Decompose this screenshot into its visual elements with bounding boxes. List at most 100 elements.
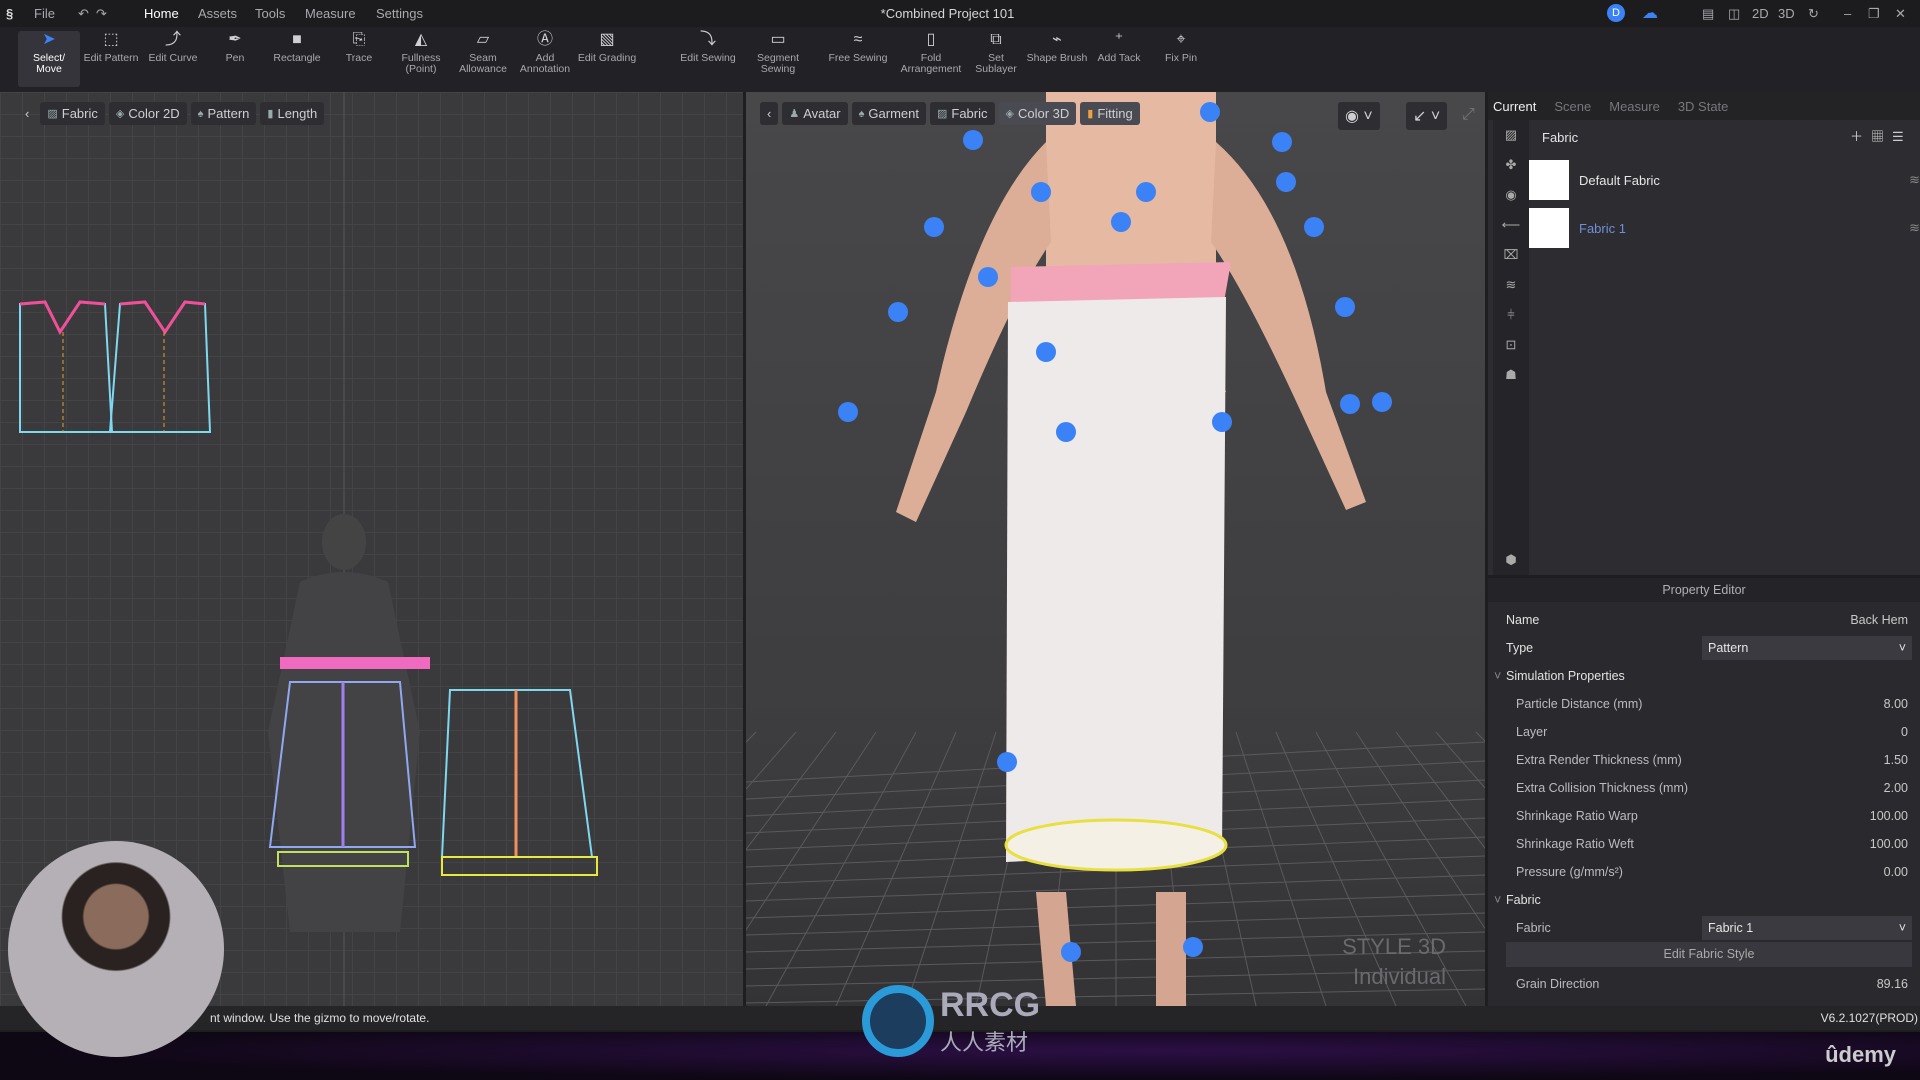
elastic-icon[interactable]: ⊡ — [1493, 330, 1529, 360]
edit-pattern-icon: ⬚ — [103, 31, 119, 48]
collapse-chevron-icon[interactable]: ˅ — [1494, 669, 1501, 683]
tool-free-sewing[interactable]: ≈ Free Sewing — [827, 31, 889, 64]
grid-view-icon[interactable]: ▦ — [1871, 129, 1892, 144]
tool-rectangle[interactable]: ■ Rectangle — [266, 31, 328, 64]
pin-point — [997, 752, 1017, 772]
sim-prop-row[interactable]: Layer 0 — [1496, 718, 1912, 746]
trim-icon[interactable]: ✤ — [1493, 150, 1529, 180]
sim-prop-row[interactable]: Shrinkage Ratio Weft 100.00 — [1496, 830, 1912, 858]
avatar-silhouette-head — [322, 514, 366, 570]
chip-fabric-3d[interactable]: ▨ Fabric — [929, 102, 995, 125]
fabric-row-select[interactable]: Fabric 1 ˅ — [1702, 916, 1912, 940]
list-view-icon[interactable]: ☰ — [1892, 129, 1912, 144]
tool-edit-curve[interactable]: ⤴ Edit Curve — [142, 31, 204, 64]
close-icon[interactable]: ✕ — [1895, 6, 1906, 22]
minimize-icon[interactable]: – — [1844, 6, 1851, 21]
fabric-row: Fabric Fabric 1 ˅ — [1496, 914, 1912, 942]
layers-icon[interactable]: ≋ — [1909, 172, 1920, 188]
brush-icon: ⌁ — [1052, 31, 1062, 48]
garment-icon: ♠ — [858, 107, 865, 120]
tab-3d-state[interactable]: 3D State — [1678, 99, 1729, 120]
tool-fix-pin[interactable]: ⌖ Fix Pin — [1150, 31, 1212, 64]
segment-sewing-icon: ▭ — [770, 31, 786, 48]
fabric-library-icon[interactable]: ▨ — [1493, 120, 1529, 150]
user-avatar[interactable]: D — [1607, 4, 1625, 22]
zipper-icon[interactable]: ⌧ — [1493, 240, 1529, 270]
edit-fabric-style-button[interactable]: Edit Fabric Style — [1506, 942, 1912, 967]
topstitch-icon[interactable]: ⟵ — [1493, 210, 1529, 240]
tool-edit-sewing[interactable]: ⤵ Edit Sewing — [677, 31, 739, 64]
add-fabric-icon[interactable]: ＋ — [1850, 129, 1871, 144]
camera-mode-button[interactable]: ◉ ˅ — [1338, 102, 1380, 130]
chip-avatar[interactable]: ♟ Avatar — [782, 102, 848, 125]
tool-select-move[interactable]: ➤ Select/ Move — [18, 31, 80, 87]
tool-trace[interactable]: ⎘ Trace — [328, 31, 390, 64]
toolbar: ➤ Select/ Move ⬚ Edit Pattern ⤴ Edit Curve ✒ Pe… — [0, 27, 1920, 92]
pin-point — [1212, 412, 1232, 432]
restore-icon[interactable]: ❐ — [1868, 6, 1880, 22]
collapse-chevron-icon[interactable]: ˅ — [1494, 893, 1501, 907]
pin-point — [1036, 342, 1056, 362]
avatar-legs — [1036, 892, 1186, 1006]
cloud-upload-icon[interactable]: ☁ — [1642, 3, 1658, 23]
grain-direction-row[interactable]: Grain Direction 89.16 — [1496, 970, 1912, 998]
tool-edit-grading[interactable]: ▧ Edit Grading — [576, 31, 638, 64]
tab-current[interactable]: Current — [1493, 99, 1536, 120]
layers-icon[interactable]: ≋ — [1909, 220, 1920, 236]
seam-icon[interactable]: ⫩ — [1493, 300, 1529, 330]
stitch-icon[interactable]: ≋ — [1493, 270, 1529, 300]
tool-segment-sewing[interactable]: ▭ Segment Sewing — [747, 31, 809, 75]
tab-scene[interactable]: Scene — [1554, 99, 1591, 120]
tool-seam-allowance[interactable]: ▱ Seam Allowance — [452, 31, 514, 75]
chip-color-3d[interactable]: ◈ Color 3D — [998, 102, 1077, 125]
color-icon: ◈ — [1005, 108, 1014, 120]
fabric-swatch — [1529, 208, 1569, 248]
object-cube-icon[interactable]: ⬢ — [1493, 545, 1529, 575]
sim-prop-row[interactable]: Extra Render Thickness (mm) 1.50 — [1496, 746, 1912, 774]
fabric-swatch — [1529, 160, 1569, 200]
split-view-icon[interactable]: ◫ — [1728, 6, 1740, 22]
tool-shape-brush[interactable]: ⌁ Shape Brush — [1026, 31, 1088, 64]
layout-icon[interactable]: ▤ — [1702, 6, 1714, 22]
pin-point — [888, 302, 908, 322]
skirt-3d[interactable] — [1006, 297, 1226, 862]
button-icon[interactable]: ◉ — [1493, 180, 1529, 210]
sim-prop-row[interactable]: Extra Collision Thickness (mm) 2.00 — [1496, 774, 1912, 802]
fabric-item-selected[interactable]: Fabric 1 ≋ — [1529, 208, 1920, 248]
back-hem-3d[interactable] — [1004, 818, 1228, 872]
tool-add-annotation[interactable]: Ⓐ Add Annotation — [514, 31, 576, 75]
pin-point — [1031, 182, 1051, 202]
avatar-icon[interactable]: ☗ — [1493, 360, 1529, 390]
sim-prop-row[interactable]: Pressure (g/mm/s²) 0.00 — [1496, 858, 1912, 886]
tab-measure[interactable]: Measure — [1609, 99, 1660, 120]
pin-point — [1111, 212, 1131, 232]
back-hem-piece[interactable] — [441, 856, 598, 876]
simulation-section: Simulation Properties ˅ — [1494, 669, 1625, 683]
fabric-item[interactable]: Default Fabric ≋ — [1529, 160, 1920, 200]
chip-garment[interactable]: ♠ Garment — [851, 102, 926, 125]
fullness-icon: ◭ — [414, 31, 428, 48]
tool-fullness-point[interactable]: ◭ Fullness (Point) — [390, 31, 452, 75]
viewport-3d[interactable]: STYLE 3D Individual ‹ ♟ Avatar ♠ Garment ▨… — [746, 92, 1485, 1006]
tool-edit-pattern[interactable]: ⬚ Edit Pattern — [80, 31, 142, 64]
tool-pen[interactable]: ✒ Pen — [204, 31, 266, 64]
collapse-3d-icon[interactable]: ‹ — [760, 102, 779, 125]
view-2d-button[interactable]: 2D — [1752, 6, 1769, 21]
sim-prop-row[interactable]: Shrinkage Ratio Warp 100.00 — [1496, 802, 1912, 830]
scene-canvas[interactable]: STYLE 3D Individual — [746, 92, 1485, 1006]
tool-fold-arrangement[interactable]: ▯ Fold Arrangement — [900, 31, 962, 75]
tool-set-sublayer[interactable]: ⧉ Set Sublayer — [965, 31, 1027, 75]
menu-bar: § File ↶ ↷ Home Assets Tools Measure Set… — [0, 0, 1920, 27]
refresh-icon[interactable]: ↻ — [1808, 6, 1819, 22]
fold-icon: ▯ — [926, 31, 936, 48]
sim-prop-row[interactable]: Particle Distance (mm) 8.00 — [1496, 690, 1912, 718]
property-editor-title: Property Editor — [1488, 578, 1920, 602]
tool-add-tack[interactable]: ⁺ Add Tack — [1088, 31, 1150, 64]
expand-icon[interactable]: ⤢ — [1462, 106, 1475, 124]
chip-fitting[interactable]: ▮ Fitting — [1080, 102, 1140, 125]
type-row-select[interactable]: Pattern ˅ — [1702, 636, 1912, 660]
pin-point — [838, 402, 858, 422]
gizmo-button[interactable]: ↙ ˅ — [1406, 102, 1448, 130]
view-3d-button[interactable]: 3D — [1778, 6, 1795, 21]
pin-icon: ⌖ — [1176, 31, 1186, 48]
